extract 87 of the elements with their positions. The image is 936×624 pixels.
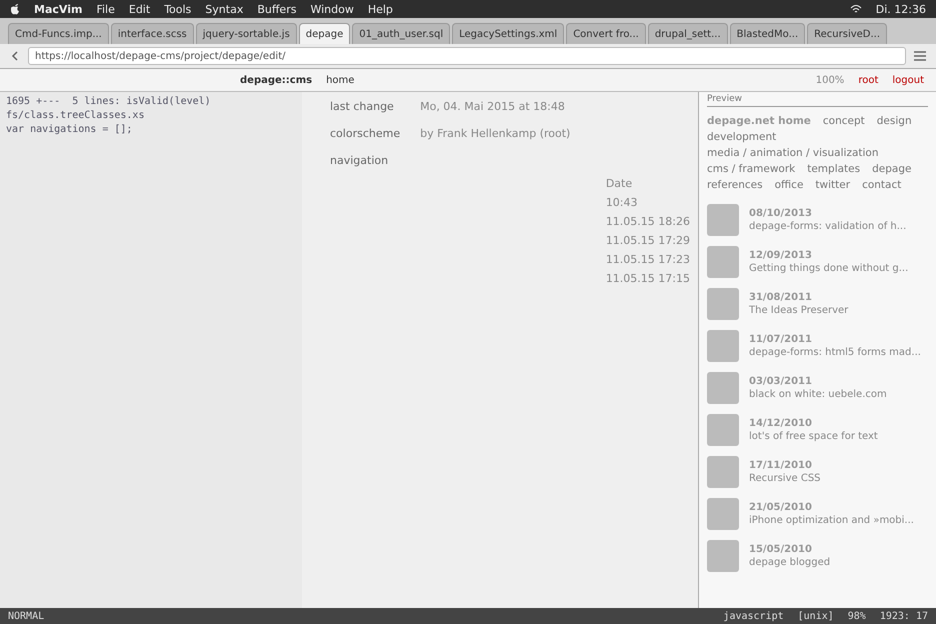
post-title[interactable]: depage-forms: validation of h... [749, 221, 906, 232]
post-title[interactable]: iPhone optimization and »mobi... [749, 515, 914, 526]
browser-tab[interactable]: LegacySettings.xml [452, 23, 564, 44]
browser-tab[interactable]: drupal_sett... [648, 23, 728, 44]
photo-placeholder [707, 414, 739, 446]
photo-placeholder [707, 288, 739, 320]
nav-link[interactable]: design [876, 115, 912, 127]
home-link[interactable]: home [326, 74, 354, 86]
photo-placeholder [707, 204, 739, 236]
post-date: 12/09/2013 [749, 250, 813, 261]
menu-item[interactable]: Buffers [257, 2, 296, 16]
back-icon[interactable] [10, 51, 20, 61]
file-format: [unix] [798, 610, 834, 622]
post-date: 03/03/2011 [749, 376, 813, 387]
menu-item[interactable]: Tools [164, 2, 192, 16]
post-date: 15/05/2010 [749, 544, 813, 555]
browser-tab[interactable]: Convert fro... [566, 23, 646, 44]
brand-link[interactable]: depage::cms [240, 74, 312, 86]
post-title[interactable]: depage blogged [749, 557, 830, 568]
browser-tab[interactable]: jquery-sortable.js [196, 23, 297, 44]
preview-label: Preview [707, 92, 928, 107]
vim-mode: NORMAL [8, 610, 44, 622]
nav-link[interactable]: office [774, 179, 804, 191]
browser-tab[interactable]: RecursiveD... [807, 23, 888, 44]
tree-item[interactable]: navigation [310, 154, 400, 167]
tree-item[interactable]: colorscheme [310, 127, 400, 140]
date-cell: 11.05.15 18:26 [606, 215, 690, 228]
date-cell-text: 10:43 [606, 196, 639, 209]
wifi-icon[interactable] [850, 4, 862, 14]
page-author: by Frank Hellenkamp (root) [420, 127, 570, 140]
photo-placeholder [707, 498, 739, 530]
menu-item[interactable]: Help [368, 2, 393, 16]
tree-item[interactable]: last change [310, 100, 400, 113]
zoom-level: 100% [816, 74, 844, 86]
nav-link[interactable]: templates [807, 163, 860, 175]
user-link[interactable]: root [858, 74, 878, 86]
post-title[interactable]: depage-forms: html5 forms mad... [749, 347, 921, 358]
nav-link[interactable]: cms / framework [707, 163, 796, 175]
photo-placeholder [707, 246, 739, 278]
post-title[interactable]: The Ideas Preserver [749, 305, 848, 316]
photo-placeholder [707, 456, 739, 488]
code-line: 1695 +--- 5 lines: isValid(level) [6, 96, 212, 107]
file-type: javascript [723, 610, 784, 622]
browser-tab[interactable]: depage [298, 23, 350, 44]
address-field[interactable]: https://localhost/depage-cms/project/depage/edit/ [28, 47, 906, 65]
post-date: 08/10/2013 [749, 208, 813, 219]
menu-item[interactable]: Syntax [205, 2, 244, 16]
app-menu[interactable]: MacVim [34, 2, 82, 16]
post-date: 21/05/2010 [749, 502, 813, 513]
photo-placeholder [707, 540, 739, 572]
nav-link[interactable]: contact [862, 179, 902, 191]
page-date: Mo, 04. Mai 2015 at 18:48 [420, 100, 566, 113]
browser-tab[interactable]: 01_auth_user.sql [352, 23, 450, 44]
date-cell: 11.05.15 17:29 [606, 234, 690, 247]
date-cell: 11.05.15 17:23 [606, 253, 690, 266]
post-date: 31/08/2011 [749, 292, 813, 303]
menu-icon[interactable] [914, 51, 926, 61]
cursor-position: 1923: 17 [880, 610, 928, 622]
nav-link[interactable]: concept [822, 115, 865, 127]
nav-link[interactable]: references [707, 179, 763, 191]
browser-tab[interactable]: BlastedMo... [730, 23, 806, 44]
scroll-percent: 98% [848, 610, 866, 622]
logout-link[interactable]: logout [892, 74, 924, 86]
post-date: 17/11/2010 [749, 460, 813, 471]
apple-icon[interactable] [10, 3, 20, 15]
menu-item[interactable]: Window [310, 2, 354, 16]
post-title[interactable]: Recursive CSS [749, 473, 821, 484]
nav-link[interactable]: depage [872, 163, 912, 175]
menu-item[interactable]: Edit [128, 2, 150, 16]
browser-tab[interactable]: Cmd-Funcs.imp... [8, 23, 109, 44]
photo-placeholder [707, 372, 739, 404]
post-date: 11/07/2011 [749, 334, 813, 345]
code-line: var navigations = []; [6, 124, 134, 135]
clock[interactable]: Di. 12:36 [876, 2, 926, 16]
post-title[interactable]: black on white: uebele.com [749, 389, 887, 400]
column-header: Date [606, 177, 634, 190]
nav-link[interactable]: development [707, 131, 776, 143]
code-line: fs/class.treeClasses.xs [6, 110, 146, 121]
menu-item[interactable]: File [96, 2, 115, 16]
post-title[interactable]: Getting things done without g... [749, 263, 908, 274]
photo-placeholder [707, 330, 739, 362]
nav-link[interactable]: twitter [815, 179, 850, 191]
nav-link[interactable]: media / animation / visualization [707, 147, 878, 159]
browser-tab[interactable]: interface.scss [110, 23, 194, 44]
date-cell: 11.05.15 17:15 [606, 272, 690, 285]
post-title[interactable]: lot's of free space for text [749, 431, 878, 442]
post-date: 14/12/2010 [749, 418, 813, 429]
